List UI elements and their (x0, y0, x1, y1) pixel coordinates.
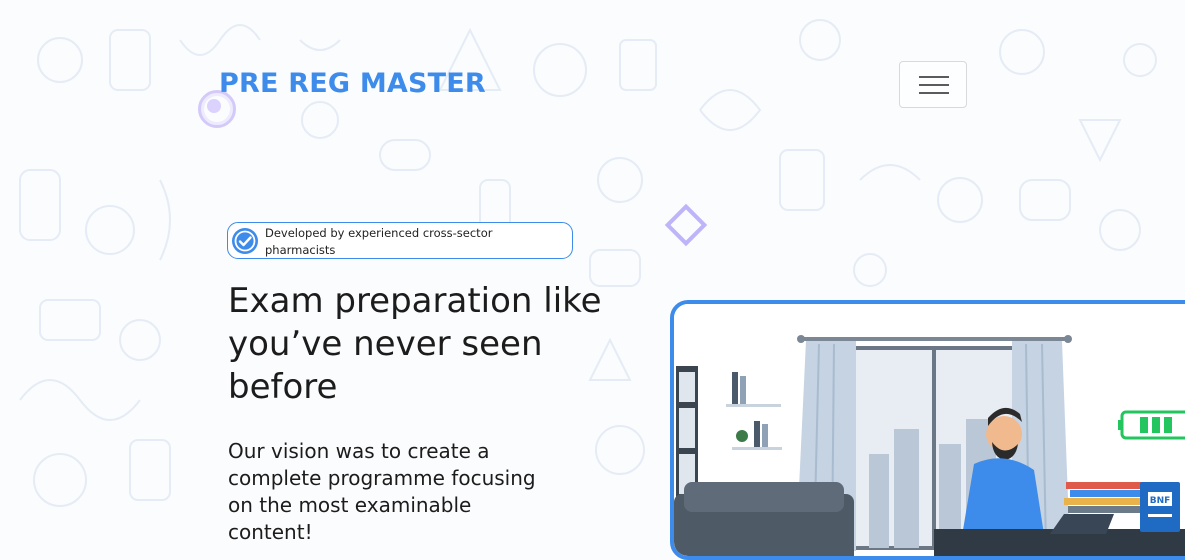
menu-toggle-button[interactable] (899, 61, 967, 108)
brand-logo-text[interactable]: PRE REG MASTER (219, 68, 486, 99)
feature-badge: Developed by experienced cross-sector ph… (227, 222, 573, 259)
hero-illustration: BNF (670, 300, 1185, 560)
hero-headline: Exam preparation like you’ve never seen … (228, 281, 602, 407)
badge-text: Developed by experienced cross-sector ph… (265, 226, 493, 257)
hamburger-menu-icon (919, 76, 949, 78)
check-circle-icon (232, 228, 258, 254)
vision-text: Our vision was to create a complete prog… (228, 439, 536, 544)
bnf-book-label: BNF (1150, 496, 1171, 506)
